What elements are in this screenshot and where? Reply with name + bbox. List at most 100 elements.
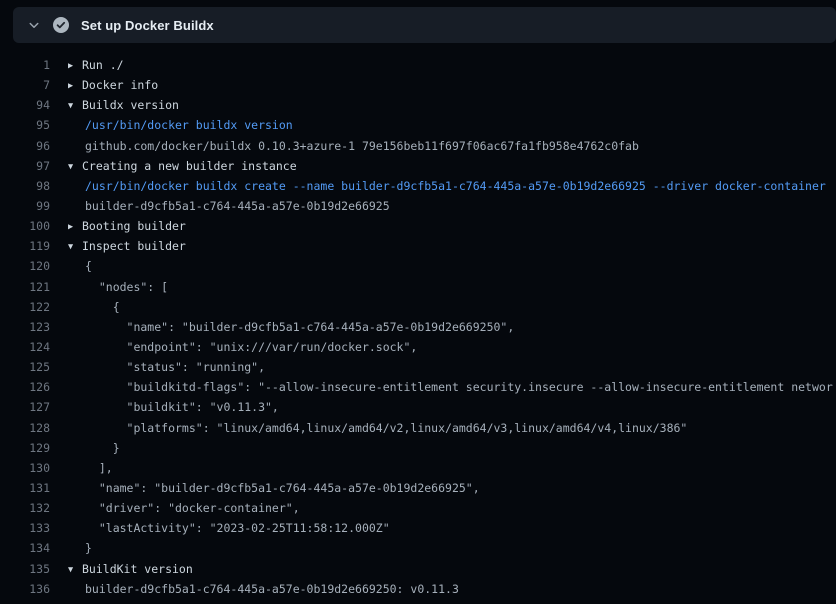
log-group-label: Run ./ — [82, 58, 124, 72]
log-line[interactable]: 7▶Docker info — [0, 75, 836, 95]
log-line: 99builder-d9cfb5a1-c764-445a-a57e-0b19d2… — [0, 196, 836, 216]
line-number[interactable]: 132 — [0, 498, 50, 518]
log-line: 131 "name": "builder-d9cfb5a1-c764-445a-… — [0, 478, 836, 498]
log-line: 134} — [0, 538, 836, 558]
log-output-text: github.com/docker/buildx 0.10.3+azure-1 … — [50, 136, 639, 156]
line-number[interactable]: 136 — [0, 579, 50, 599]
log-output-text: builder-d9cfb5a1-c764-445a-a57e-0b19d2e6… — [50, 196, 390, 216]
line-number[interactable]: 98 — [0, 176, 50, 196]
triangle-right-icon[interactable]: ▶ — [68, 217, 82, 236]
log-output-text: "nodes": [ — [50, 277, 168, 297]
log-group-toggle[interactable]: ▶Booting builder — [50, 216, 186, 236]
log-line[interactable]: 100▶Booting builder — [0, 216, 836, 236]
log-lines: 1▶Run ./7▶Docker info94▼Buildx version95… — [0, 55, 836, 599]
log-line: 95/usr/bin/docker buildx version — [0, 115, 836, 135]
log-output-text: "status": "running", — [50, 357, 265, 377]
log-output-text: { — [50, 256, 92, 276]
log-group-label: BuildKit version — [82, 562, 193, 576]
log-group-toggle[interactable]: ▼BuildKit version — [50, 559, 193, 579]
line-number[interactable]: 130 — [0, 458, 50, 478]
log-output-text: "name": "builder-d9cfb5a1-c764-445a-a57e… — [50, 478, 480, 498]
log-line: 129 } — [0, 438, 836, 458]
triangle-right-icon[interactable]: ▶ — [68, 56, 82, 75]
log-output-text: } — [50, 438, 120, 458]
log-output-text: "driver": "docker-container", — [50, 498, 300, 518]
log-line: 130 ], — [0, 458, 836, 478]
log-output-text: builder-d9cfb5a1-c764-445a-a57e-0b19d2e6… — [50, 579, 459, 599]
line-number[interactable]: 124 — [0, 337, 50, 357]
log-line[interactable]: 97▼Creating a new builder instance — [0, 156, 836, 176]
log-line[interactable]: 1▶Run ./ — [0, 55, 836, 75]
log-group-toggle[interactable]: ▶Run ./ — [50, 55, 124, 75]
log-command-text: /usr/bin/docker buildx version — [50, 115, 293, 135]
log-output-text: "buildkit": "v0.11.3", — [50, 397, 279, 417]
step-header[interactable]: Set up Docker Buildx — [13, 7, 836, 43]
chevron-down-icon[interactable] — [27, 18, 41, 32]
triangle-down-icon[interactable]: ▼ — [68, 237, 82, 256]
log-group-label: Buildx version — [82, 98, 179, 112]
line-number[interactable]: 127 — [0, 397, 50, 417]
triangle-down-icon[interactable]: ▼ — [68, 560, 82, 579]
line-number[interactable]: 122 — [0, 297, 50, 317]
line-number[interactable]: 123 — [0, 317, 50, 337]
log-group-label: Inspect builder — [82, 239, 186, 253]
log-output-text: } — [50, 538, 92, 558]
line-number[interactable]: 135 — [0, 559, 50, 579]
line-number[interactable]: 125 — [0, 357, 50, 377]
log-line: 133 "lastActivity": "2023-02-25T11:58:12… — [0, 518, 836, 538]
line-number[interactable]: 94 — [0, 95, 50, 115]
triangle-down-icon[interactable]: ▼ — [68, 96, 82, 115]
log-line: 126 "buildkitd-flags": "--allow-insecure… — [0, 377, 836, 397]
log-group-label: Docker info — [82, 78, 158, 92]
log-line[interactable]: 119▼Inspect builder — [0, 236, 836, 256]
line-number[interactable]: 96 — [0, 136, 50, 156]
log-group-toggle[interactable]: ▶Docker info — [50, 75, 158, 95]
line-number[interactable]: 7 — [0, 75, 50, 95]
log-line: 125 "status": "running", — [0, 357, 836, 377]
line-number[interactable]: 128 — [0, 418, 50, 438]
log-output-text: "platforms": "linux/amd64,linux/amd64/v2… — [50, 418, 687, 438]
line-number[interactable]: 121 — [0, 277, 50, 297]
log-line: 96github.com/docker/buildx 0.10.3+azure-… — [0, 136, 836, 156]
log-line: 121 "nodes": [ — [0, 277, 836, 297]
log-line: 132 "driver": "docker-container", — [0, 498, 836, 518]
line-number[interactable]: 131 — [0, 478, 50, 498]
log-line[interactable]: 135▼BuildKit version — [0, 559, 836, 579]
log-viewer: 1▶Run ./7▶Docker info94▼Buildx version95… — [0, 43, 836, 604]
check-circle-icon — [53, 17, 69, 33]
log-line: 123 "name": "builder-d9cfb5a1-c764-445a-… — [0, 317, 836, 337]
line-number[interactable]: 1 — [0, 55, 50, 75]
log-line: 128 "platforms": "linux/amd64,linux/amd6… — [0, 418, 836, 438]
log-line: 136builder-d9cfb5a1-c764-445a-a57e-0b19d… — [0, 579, 836, 599]
log-output-text: { — [50, 297, 120, 317]
log-line[interactable]: 94▼Buildx version — [0, 95, 836, 115]
line-number[interactable]: 129 — [0, 438, 50, 458]
log-output-text: "buildkitd-flags": "--allow-insecure-ent… — [50, 377, 833, 397]
log-command-text: /usr/bin/docker buildx create --name bui… — [50, 176, 826, 196]
log-line: 122 { — [0, 297, 836, 317]
log-line: 127 "buildkit": "v0.11.3", — [0, 397, 836, 417]
line-number[interactable]: 95 — [0, 115, 50, 135]
log-group-toggle[interactable]: ▼Creating a new builder instance — [50, 156, 297, 176]
line-number[interactable]: 100 — [0, 216, 50, 236]
log-line: 120{ — [0, 256, 836, 276]
log-output-text: "lastActivity": "2023-02-25T11:58:12.000… — [50, 518, 390, 538]
log-output-text: "name": "builder-d9cfb5a1-c764-445a-a57e… — [50, 317, 514, 337]
log-line: 124 "endpoint": "unix:///var/run/docker.… — [0, 337, 836, 357]
log-output-text: "endpoint": "unix:///var/run/docker.sock… — [50, 337, 417, 357]
log-line: 98/usr/bin/docker buildx create --name b… — [0, 176, 836, 196]
triangle-right-icon[interactable]: ▶ — [68, 76, 82, 95]
log-group-label: Booting builder — [82, 219, 186, 233]
log-output-text: ], — [50, 458, 113, 478]
line-number[interactable]: 134 — [0, 538, 50, 558]
line-number[interactable]: 119 — [0, 236, 50, 256]
line-number[interactable]: 120 — [0, 256, 50, 276]
log-group-toggle[interactable]: ▼Inspect builder — [50, 236, 186, 256]
line-number[interactable]: 99 — [0, 196, 50, 216]
log-group-toggle[interactable]: ▼Buildx version — [50, 95, 179, 115]
line-number[interactable]: 133 — [0, 518, 50, 538]
line-number[interactable]: 97 — [0, 156, 50, 176]
step-title: Set up Docker Buildx — [81, 18, 214, 33]
triangle-down-icon[interactable]: ▼ — [68, 157, 82, 176]
line-number[interactable]: 126 — [0, 377, 50, 397]
